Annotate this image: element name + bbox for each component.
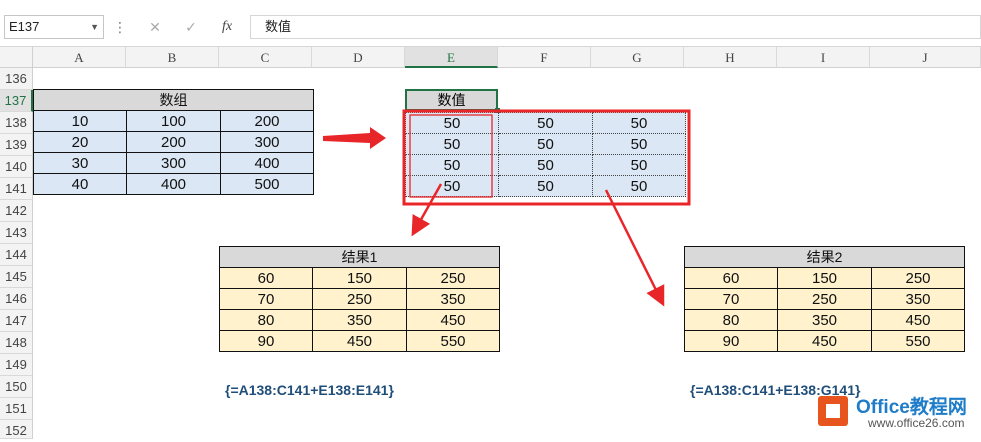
office-logo-icon: [818, 396, 848, 426]
watermark-brand: Office教程网: [856, 397, 967, 418]
arrow-to-result2: [604, 189, 665, 307]
office-logo-watermark: Office教程网 www.office26.com: [812, 392, 972, 432]
arrow-to-result1: [411, 183, 443, 237]
watermark-url: www.office26.com: [868, 416, 965, 430]
annotation-overlay: [323, 109, 691, 307]
highlight-box-column-e: [409, 114, 493, 198]
arrow-array-to-values: [323, 127, 386, 149]
highlight-box-values: [402, 109, 691, 206]
